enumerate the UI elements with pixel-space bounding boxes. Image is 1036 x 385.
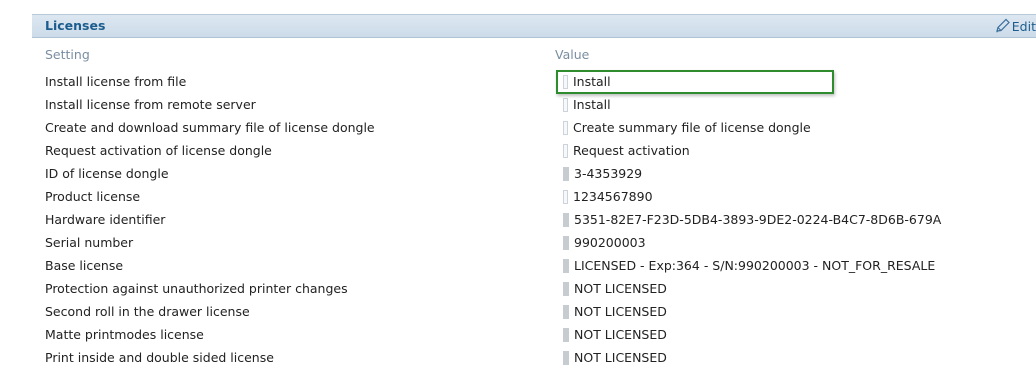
- edit-label: Edit: [1011, 18, 1036, 34]
- action-marker-icon: [563, 189, 568, 204]
- table-row: Product license 1234567890: [32, 187, 1036, 210]
- setting-label: Product license: [45, 189, 141, 204]
- table-row: Protection against unauthorized printer …: [32, 279, 1036, 302]
- setting-value: Install: [573, 97, 611, 112]
- setting-label: Matte printmodes license: [45, 327, 204, 342]
- setting-value: NOT LICENSED: [574, 327, 667, 342]
- table-row: Create and download summary file of lice…: [32, 118, 1036, 141]
- setting-label: Install license from file: [45, 74, 187, 89]
- value-readonly: 5351-82E7-F23D-5DB4-3893-9DE2-0224-B4C7-…: [563, 212, 941, 227]
- setting-value: 3-4353929: [574, 166, 643, 181]
- value-readonly: NOT LICENSED: [563, 350, 667, 365]
- readonly-marker-icon: [563, 212, 569, 227]
- column-header-value: Value: [555, 47, 590, 62]
- column-header-setting: Setting: [45, 47, 90, 62]
- action-marker-icon: [563, 97, 568, 112]
- table-row: Install license from file Install: [32, 72, 1036, 95]
- value-action[interactable]: Request activation: [563, 143, 690, 158]
- setting-label: Base license: [45, 258, 124, 273]
- table-row: Request activation of license dongle Requ…: [32, 141, 1036, 164]
- readonly-marker-icon: [563, 281, 569, 296]
- value-readonly: NOT LICENSED: [563, 327, 667, 342]
- panel-title: Licenses: [45, 18, 106, 33]
- table-row: Base license LICENSED - Exp:364 - S/N:990…: [32, 256, 1036, 279]
- setting-value: NOT LICENSED: [574, 281, 667, 296]
- setting-value: 990200003: [574, 235, 646, 250]
- table-row: Hardware identifier 5351-82E7-F23D-5DB4-3…: [32, 210, 1036, 233]
- readonly-marker-icon: [563, 304, 569, 319]
- setting-label: ID of license dongle: [45, 166, 169, 181]
- table-row: Install license from remote server Instal…: [32, 95, 1036, 118]
- value-action[interactable]: 1234567890: [563, 189, 653, 204]
- action-marker-icon: [563, 120, 568, 135]
- value-readonly: NOT LICENSED: [563, 281, 667, 296]
- highlight-box: [556, 70, 834, 94]
- value-action[interactable]: Install: [563, 97, 611, 112]
- readonly-marker-icon: [563, 258, 569, 273]
- table-row: Serial number 990200003: [32, 233, 1036, 256]
- setting-label: Create and download summary file of lice…: [45, 120, 375, 135]
- setting-label: Request activation of license dongle: [45, 143, 272, 158]
- setting-label: Hardware identifier: [45, 212, 166, 227]
- edit-button[interactable]: Edit: [994, 18, 1036, 34]
- table-row: Matte printmodes license NOT LICENSED: [32, 325, 1036, 348]
- setting-value: NOT LICENSED: [574, 304, 667, 319]
- setting-label: Print inside and double sided license: [45, 350, 274, 365]
- setting-label: Protection against unauthorized printer …: [45, 281, 348, 296]
- setting-label: Second roll in the drawer license: [45, 304, 250, 319]
- setting-value: LICENSED - Exp:364 - S/N:990200003 - NOT…: [574, 258, 936, 273]
- pencil-icon: [995, 18, 1010, 33]
- action-marker-icon: [563, 143, 568, 158]
- setting-label: Install license from remote server: [45, 97, 256, 112]
- setting-value: 1234567890: [573, 189, 653, 204]
- value-readonly: LICENSED - Exp:364 - S/N:990200003 - NOT…: [563, 258, 935, 273]
- setting-label: Serial number: [45, 235, 134, 250]
- setting-value: Request activation: [573, 143, 690, 158]
- table-row: Second roll in the drawer license NOT LIC…: [32, 302, 1036, 325]
- setting-value: 5351-82E7-F23D-5DB4-3893-9DE2-0224-B4C7-…: [574, 212, 942, 227]
- readonly-marker-icon: [563, 166, 569, 181]
- setting-value: NOT LICENSED: [574, 350, 667, 365]
- value-readonly: 990200003: [563, 235, 646, 250]
- readonly-marker-icon: [563, 350, 569, 365]
- readonly-marker-icon: [563, 235, 569, 250]
- readonly-marker-icon: [563, 327, 569, 342]
- panel-header: Licenses Edit: [32, 14, 1036, 38]
- value-readonly: 3-4353929: [563, 166, 642, 181]
- setting-value: Create summary file of license dongle: [573, 120, 811, 135]
- table-row: ID of license dongle 3-4353929: [32, 164, 1036, 187]
- table-row: Print inside and double sided license NOT…: [32, 348, 1036, 371]
- licenses-panel: Licenses Edit Setting Value Install lice…: [32, 14, 1036, 385]
- value-readonly: NOT LICENSED: [563, 304, 667, 319]
- value-action[interactable]: Create summary file of license dongle: [563, 120, 811, 135]
